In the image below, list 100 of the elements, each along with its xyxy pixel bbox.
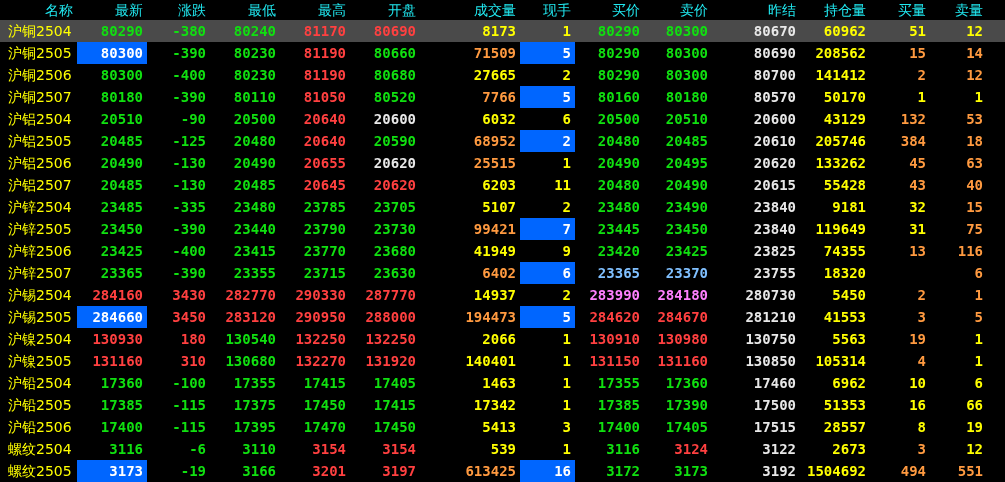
table-cell: 45 [909,155,926,171]
table-row[interactable]: 沪镍2504 130930 180 130540 132250 132250 2066 1 130910 130980 130750 5563 19 1 [0,328,1005,350]
table-cell: 3173 [77,460,147,482]
contract-name: 沪铅2505 [7,396,73,415]
table-cell: 32 [909,199,926,215]
table-cell: 132250 [365,331,416,347]
table-cell: -400 [172,243,206,259]
contract-name: 沪镍2505 [7,352,73,371]
contract-name: 沪铝2504 [7,110,73,129]
column-header[interactable]: 成交量 [420,0,520,20]
table-cell: 3 [917,441,926,457]
table-row[interactable]: 沪铜2505 80300 -390 80230 81190 80660 71509 5 80290 80300 80690 208562 15 14 [0,42,1005,64]
table-row[interactable]: 沪铝2504 20510 -90 20500 20640 20600 6032 6 20500 20510 20600 43129 132 53 [0,108,1005,130]
table-cell: 20510 [100,111,143,127]
table-cell: 5413 [482,419,516,435]
column-header[interactable]: 涨跌 [147,0,210,20]
contract-name: 沪镍2504 [7,330,73,349]
column-header[interactable]: 最低 [210,0,280,20]
table-cell: 3 [917,309,926,325]
table-row[interactable]: 沪铜2504 80290 -380 80240 81170 80690 8173 1 80290 80300 80670 60962 51 12 [0,20,1005,42]
table-row[interactable]: 沪锡2505 284660 3450 283120 290950 288000 194473 5 284620 284670 281210 41553 3 5 [0,306,1005,328]
table-cell: 20620 [373,155,416,171]
table-cell: 50170 [823,89,866,105]
table-cell: 80300 [665,45,708,61]
table-row[interactable]: 沪铝2506 20490 -130 20490 20655 20620 25515 1 20490 20495 20620 133262 45 63 [0,152,1005,174]
table-cell: 23355 [233,265,276,281]
table-cell: 15 [966,199,983,215]
table-cell: 81170 [303,23,346,39]
column-header[interactable]: 现手 [520,0,575,20]
contract-name: 螺纹2504 [7,440,73,459]
table-cell: 23425 [665,243,708,259]
table-row[interactable]: 沪镍2505 131160 310 130680 132270 131920 140401 1 131150 131160 130850 105314 4 1 [0,350,1005,372]
table-cell: 74355 [823,243,866,259]
table-cell: -390 [172,221,206,237]
table-cell: 1 [562,23,571,39]
table-cell: 23365 [597,265,640,281]
table-cell: 23485 [100,199,143,215]
table-cell: 1 [562,441,571,457]
table-row[interactable]: 沪锌2504 23485 -335 23480 23785 23705 5107 2 23480 23490 23840 9181 32 15 [0,196,1005,218]
table-cell: 17460 [753,375,796,391]
table-row[interactable]: 沪锡2504 284160 3430 282770 290330 287770 14937 2 283990 284180 280730 5450 2 1 [0,284,1005,306]
table-row[interactable]: 沪铜2507 80180 -390 80110 81050 80520 7766 5 80160 80180 80570 50170 1 1 [0,86,1005,108]
column-header[interactable]: 持仓量 [800,0,870,20]
column-header[interactable]: 买价 [575,0,644,20]
table-cell: 20600 [373,111,416,127]
table-cell: 43 [909,177,926,193]
table-cell: 23755 [753,265,796,281]
table-row[interactable]: 沪铅2504 17360 -100 17355 17415 17405 1463 1 17355 17360 17460 6962 10 6 [0,372,1005,394]
contract-name: 沪铝2507 [7,176,73,195]
table-cell: 23770 [303,243,346,259]
column-header[interactable]: 卖价 [644,0,712,20]
table-cell: 20490 [100,155,143,171]
table-cell: 2673 [832,441,866,457]
table-cell: 5107 [482,199,516,215]
column-header[interactable]: 昨结 [712,0,800,20]
contract-name: 沪锌2507 [7,264,73,283]
table-cell: 80690 [753,45,796,61]
table-cell: 116 [957,243,983,259]
table-cell: 1 [974,331,983,347]
table-cell: 23365 [100,265,143,281]
table-cell: 132 [900,111,926,127]
column-header[interactable]: 开盘 [350,0,420,20]
table-cell: 6 [520,262,575,284]
table-cell: 7 [520,218,575,240]
table-cell: 20485 [665,133,708,149]
table-row[interactable]: 沪铅2506 17400 -115 17395 17470 17450 5413 3 17400 17405 17515 28557 8 19 [0,416,1005,438]
table-cell: 105314 [815,353,866,369]
table-cell: 17515 [753,419,796,435]
table-row[interactable]: 沪铜2506 80300 -400 80230 81190 80680 27665 2 80290 80300 80700 141412 2 12 [0,64,1005,86]
table-row[interactable]: 沪锌2505 23450 -390 23440 23790 23730 99421 7 23445 23450 23840 119649 31 75 [0,218,1005,240]
table-cell: 1504692 [807,463,866,479]
table-cell: 288000 [365,309,416,325]
table-row[interactable]: 沪锌2506 23425 -400 23415 23770 23680 41949 9 23420 23425 23825 74355 13 116 [0,240,1005,262]
contract-name: 沪锡2505 [7,308,73,327]
table-row[interactable]: 沪锌2507 23365 -390 23355 23715 23630 6402 6 23365 23370 23755 18320 6 [0,262,1005,284]
table-cell: 23480 [233,199,276,215]
column-header[interactable]: 买量 [870,0,930,20]
table-row[interactable]: 螺纹2504 3116 -6 3110 3154 3154 539 1 3116 3124 3122 2673 3 12 [0,438,1005,460]
table-cell: 3192 [762,463,796,479]
column-header[interactable]: 最新 [77,0,147,20]
table-cell: 133262 [815,155,866,171]
table-cell: 284180 [657,287,708,303]
table-row[interactable]: 沪铝2507 20485 -130 20485 20645 20620 6203 11 20480 20490 20615 55428 43 40 [0,174,1005,196]
table-row[interactable]: 螺纹2505 3173 -19 3166 3201 3197 613425 16 3172 3173 3192 1504692 494 551 [0,460,1005,482]
column-header[interactable]: 最高 [280,0,350,20]
table-cell: 2 [917,67,926,83]
table-cell: 80290 [597,67,640,83]
table-cell: 284670 [657,309,708,325]
contract-name: 沪铝2505 [7,132,73,151]
column-header[interactable]: 卖量 [930,0,987,20]
table-row[interactable]: 沪铝2505 20485 -125 20480 20640 20590 68952 2 20480 20485 20610 205746 384 18 [0,130,1005,152]
table-cell: 551 [957,463,983,479]
table-cell: 20645 [303,177,346,193]
table-cell: 17390 [665,397,708,413]
table-cell: 17400 [100,419,143,435]
table-cell: 180 [180,331,206,347]
table-cell: 3450 [172,309,206,325]
table-cell: 5 [520,86,575,108]
column-header[interactable]: 名称 [0,0,77,20]
table-row[interactable]: 沪铅2505 17385 -115 17375 17450 17415 17342 1 17385 17390 17500 51353 16 66 [0,394,1005,416]
